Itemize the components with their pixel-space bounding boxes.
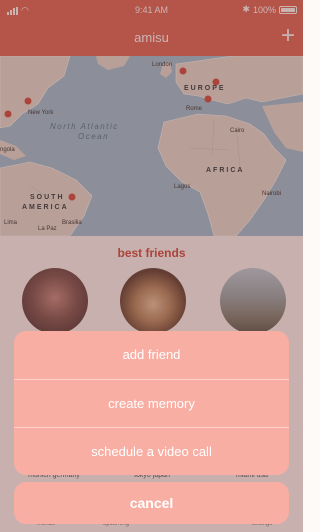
add-friend-button[interactable]: add friend	[14, 331, 289, 379]
schedule-video-call-button[interactable]: schedule a video call	[14, 427, 289, 475]
create-memory-button[interactable]: create memory	[14, 379, 289, 427]
cancel-button[interactable]: cancel	[14, 482, 289, 524]
action-sheet: add friend create memory schedule a vide…	[14, 331, 289, 475]
